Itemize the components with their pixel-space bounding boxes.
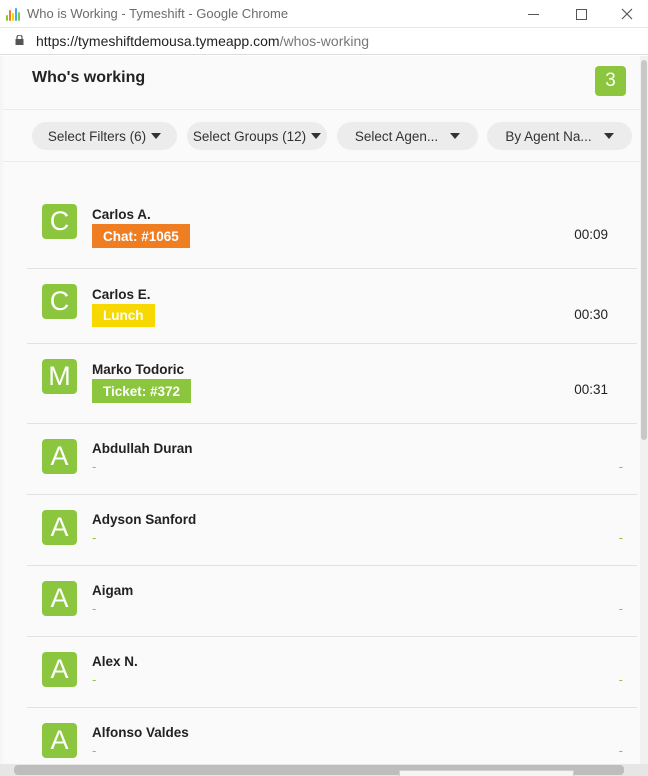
minimize-icon: [527, 13, 539, 15]
avatar: A: [42, 439, 77, 474]
agent-name: Aigam: [92, 583, 134, 598]
status-tag-ticket[interactable]: Ticket: #372: [92, 379, 192, 403]
status-empty: -: [92, 459, 97, 474]
status-duration: -: [618, 530, 623, 545]
sort-by-dropdown[interactable]: By Agent Na...: [487, 122, 632, 150]
maximize-button[interactable]: [558, 0, 604, 28]
agent-name: Carlos A.: [92, 207, 151, 222]
status-tag-chat[interactable]: Chat: #1065: [92, 224, 190, 248]
filter-bar: Select Filters (6) Select Groups (12) Se…: [3, 110, 640, 162]
select-agents-dropdown[interactable]: Select Agen...: [337, 122, 478, 150]
status-duration: 00:31: [574, 382, 608, 397]
select-filters-label: Select Filters (6): [47, 128, 147, 144]
caret-down-icon: [603, 133, 614, 139]
panel-header: Who's working 3: [3, 56, 640, 110]
avatar: A: [42, 723, 77, 758]
status-duration: -: [618, 743, 623, 758]
agent-name: Carlos E.: [92, 287, 151, 302]
close-icon: [621, 8, 633, 20]
url-host: https://tymeshiftdemousa.tymeapp.com: [36, 33, 280, 49]
status-tag-lunch: Lunch: [92, 304, 155, 327]
url-path: /whos-working: [279, 33, 370, 49]
select-groups-label: Select Groups (12): [192, 128, 307, 144]
agent-name: Marko Todoric: [92, 362, 185, 377]
status-duration: 00:30: [574, 307, 608, 322]
status-duration: -: [618, 459, 623, 474]
tymeshift-logo-icon: [6, 7, 20, 21]
agent-row[interactable]: A Aigam - -: [27, 566, 637, 637]
avatar: C: [42, 284, 77, 319]
window-title-bar: Who is Working - Tymeshift - Google Chro…: [0, 0, 648, 28]
agent-row[interactable]: A Alfonso Valdes - -: [27, 708, 637, 764]
status-empty: -: [92, 530, 97, 545]
agent-row[interactable]: A Adyson Sanford - -: [27, 495, 637, 566]
url-text[interactable]: https://tymeshiftdemousa.tymeapp.com/who…: [36, 33, 369, 49]
caret-down-icon: [311, 133, 322, 139]
avatar: C: [42, 204, 77, 239]
status-empty: -: [92, 743, 97, 758]
select-groups-dropdown[interactable]: Select Groups (12): [187, 122, 327, 150]
working-count-badge: 3: [595, 66, 626, 96]
avatar: M: [42, 359, 77, 394]
agent-row[interactable]: C Carlos E. Lunch 00:30: [27, 269, 637, 344]
vertical-scrollbar-thumb[interactable]: [641, 60, 647, 440]
select-agents-label: Select Agen...: [354, 128, 439, 144]
caret-down-icon: [151, 133, 162, 139]
agent-list: C Carlos A. Chat: #1065 00:09 C Carlos E…: [3, 162, 640, 764]
page-title: Who's working: [32, 69, 146, 86]
agent-name: Alex N.: [92, 654, 138, 669]
close-button[interactable]: [604, 0, 648, 28]
agent-row[interactable]: C Carlos A. Chat: #1065 00:09: [27, 188, 637, 269]
avatar: A: [42, 510, 77, 545]
status-duration: -: [618, 601, 623, 616]
status-empty: -: [92, 601, 97, 616]
status-duration: -: [618, 672, 623, 687]
horizontal-scroll-track-edge: [399, 770, 574, 776]
window-title: Who is Working - Tymeshift - Google Chro…: [27, 6, 289, 21]
caret-down-icon: [450, 133, 461, 139]
agent-row[interactable]: A Abdullah Duran - -: [27, 424, 637, 495]
maximize-icon: [575, 8, 587, 20]
status-duration: 00:09: [574, 227, 608, 242]
agent-name: Abdullah Duran: [92, 441, 193, 456]
agent-row[interactable]: A Alex N. - -: [27, 637, 637, 708]
status-empty: -: [92, 672, 97, 687]
agent-name: Alfonso Valdes: [92, 725, 189, 740]
sort-by-label: By Agent Na...: [505, 128, 592, 144]
avatar: A: [42, 581, 77, 616]
agent-name: Adyson Sanford: [92, 512, 197, 527]
agent-row[interactable]: M Marko Todoric Ticket: #372 00:31: [27, 344, 637, 424]
minimize-button[interactable]: [510, 0, 556, 28]
select-filters-dropdown[interactable]: Select Filters (6): [32, 122, 177, 150]
avatar: A: [42, 652, 77, 687]
lock-icon: [15, 35, 24, 45]
